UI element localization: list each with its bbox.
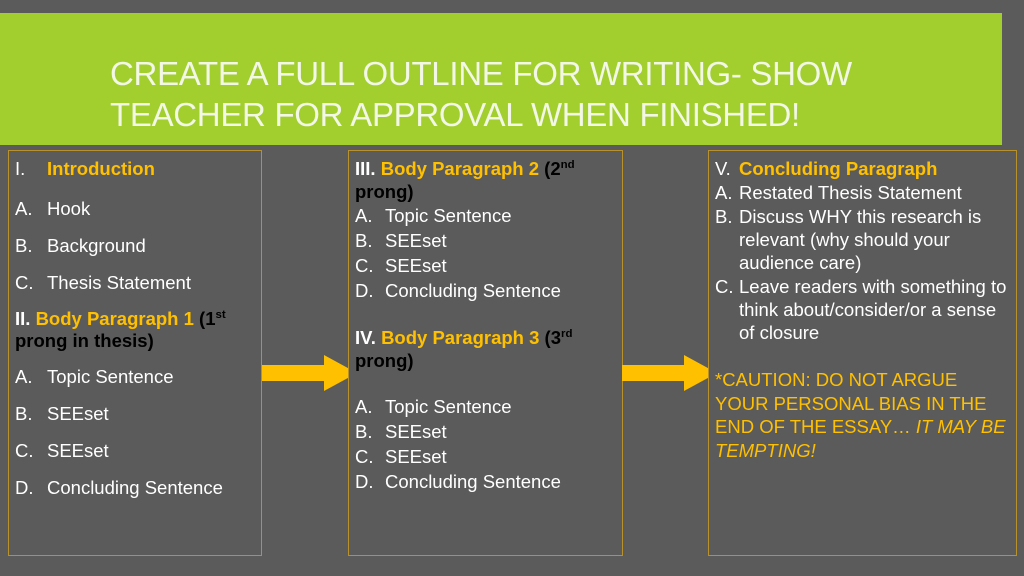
item-marker: B. bbox=[355, 230, 373, 251]
item-text: SEEset bbox=[385, 421, 447, 442]
item-marker: C. bbox=[15, 440, 34, 461]
outline-column-3: V. Concluding Paragraph A. Restated Thes… bbox=[708, 150, 1017, 556]
section-suffix-rest: prong) bbox=[355, 181, 414, 202]
page-title: CREATE A FULL OUTLINE FOR WRITING- SHOW … bbox=[110, 55, 852, 133]
item-text: Topic Sentence bbox=[47, 366, 174, 387]
item-text: Hook bbox=[47, 198, 91, 219]
list-item: D. Concluding Sentence bbox=[355, 279, 616, 302]
item-text: SEEset bbox=[47, 403, 109, 424]
item-marker: A. bbox=[355, 396, 373, 417]
list-item: A. Restated Thesis Statement bbox=[715, 181, 1010, 204]
list-item: D. Concluding Sentence bbox=[355, 470, 616, 493]
item-text: Discuss WHY this research is relevant (w… bbox=[739, 206, 982, 273]
section-suffix-open: ( bbox=[539, 327, 551, 348]
list-item: A. Topic Sentence bbox=[15, 365, 255, 388]
item-marker: C. bbox=[15, 272, 34, 293]
item-marker: B. bbox=[715, 206, 733, 227]
section-suffix-sup: st bbox=[215, 308, 226, 321]
item-marker: C. bbox=[355, 255, 374, 276]
section-title: Body Paragraph 2 bbox=[380, 158, 540, 179]
item-text: Concluding Sentence bbox=[385, 280, 561, 301]
item-text: Thesis Statement bbox=[47, 272, 191, 293]
slide-canvas: CREATE A FULL OUTLINE FOR WRITING- SHOW … bbox=[0, 0, 1024, 576]
item-text: SEEset bbox=[385, 255, 447, 276]
section-heading-body-paragraph-3: IV. Body Paragraph 3 (3rd prong) bbox=[355, 326, 616, 372]
item-marker: A. bbox=[715, 182, 733, 203]
list-item: B. SEEset bbox=[15, 402, 255, 425]
item-text: Background bbox=[47, 235, 146, 256]
item-text: Restated Thesis Statement bbox=[739, 182, 962, 203]
outline-column-1: I. Introduction A. Hook B. Background C.… bbox=[8, 150, 262, 556]
section-numeral: II. bbox=[15, 308, 31, 329]
item-marker: C. bbox=[355, 446, 374, 467]
item-text: Concluding Sentence bbox=[47, 477, 223, 498]
section-suffix-ordinal: 1 bbox=[205, 308, 216, 329]
list-item: D. Concluding Sentence bbox=[15, 476, 255, 499]
list-item: C. SEEset bbox=[355, 445, 616, 468]
section-suffix-open: ( bbox=[193, 308, 206, 329]
list-item: C. Leave readers with something to think… bbox=[715, 275, 1010, 344]
list-item: B. SEEset bbox=[355, 229, 616, 252]
section-heading-introduction: I. Introduction bbox=[15, 157, 255, 180]
arrow-right-icon bbox=[622, 354, 718, 392]
item-marker: B. bbox=[15, 403, 33, 424]
section-title: Body Paragraph 3 bbox=[381, 327, 540, 348]
section-numeral: III. bbox=[355, 158, 376, 179]
item-marker: D. bbox=[15, 477, 34, 498]
item-marker: C. bbox=[715, 276, 734, 297]
section-numeral: V. bbox=[715, 158, 731, 179]
list-item: C. SEEset bbox=[355, 254, 616, 277]
list-item: A. Topic Sentence bbox=[355, 204, 616, 227]
item-text: SEEset bbox=[385, 230, 447, 251]
section-title: Concluding Paragraph bbox=[739, 158, 938, 179]
item-text: Topic Sentence bbox=[385, 205, 512, 226]
section-suffix-sup: rd bbox=[561, 327, 573, 340]
section-title: Introduction bbox=[47, 158, 155, 179]
section-numeral: I. bbox=[15, 158, 26, 179]
section-numeral: IV. bbox=[355, 327, 376, 348]
arrow-right-icon bbox=[262, 354, 358, 392]
item-text: Leave readers with something to think ab… bbox=[739, 276, 1007, 343]
section-suffix-sup: nd bbox=[560, 158, 575, 171]
list-item: B. Background bbox=[15, 234, 255, 257]
list-item: C. Thesis Statement bbox=[15, 271, 255, 294]
list-item: B. Discuss WHY this research is relevant… bbox=[715, 205, 1010, 274]
item-marker: D. bbox=[355, 471, 374, 492]
item-marker: B. bbox=[15, 235, 33, 256]
item-text: Topic Sentence bbox=[385, 396, 512, 417]
section-suffix-ordinal: 2 bbox=[550, 158, 561, 179]
item-marker: A. bbox=[15, 198, 33, 219]
section-suffix-rest: prong) bbox=[355, 350, 414, 371]
item-text: Concluding Sentence bbox=[385, 471, 561, 492]
title-banner: CREATE A FULL OUTLINE FOR WRITING- SHOW … bbox=[0, 13, 1002, 145]
list-item: A. Topic Sentence bbox=[355, 395, 616, 418]
outline-column-2: III. Body Paragraph 2 (2nd prong) A. Top… bbox=[348, 150, 623, 556]
caution-note: *CAUTION: DO NOT ARGUE YOUR PERSONAL BIA… bbox=[715, 368, 1010, 462]
list-item: B. SEEset bbox=[355, 420, 616, 443]
list-item: A. Hook bbox=[15, 197, 255, 220]
item-marker: B. bbox=[355, 421, 373, 442]
section-heading-body-paragraph-2: III. Body Paragraph 2 (2nd prong) bbox=[355, 157, 616, 203]
item-text: SEEset bbox=[385, 446, 447, 467]
list-item: C. SEEset bbox=[15, 439, 255, 462]
section-suffix-ordinal: 3 bbox=[550, 327, 561, 348]
section-heading-concluding-paragraph: V. Concluding Paragraph bbox=[715, 157, 1010, 180]
section-title: Body Paragraph 1 bbox=[35, 308, 194, 329]
section-suffix-rest: prong in thesis) bbox=[15, 330, 154, 351]
section-heading-body-paragraph-1: II. Body Paragraph 1 (1st prong in thesi… bbox=[15, 308, 255, 352]
item-marker: A. bbox=[15, 366, 33, 387]
item-marker: D. bbox=[355, 280, 374, 301]
item-text: SEEset bbox=[47, 440, 109, 461]
section-suffix-open: ( bbox=[539, 158, 551, 179]
item-marker: A. bbox=[355, 205, 373, 226]
